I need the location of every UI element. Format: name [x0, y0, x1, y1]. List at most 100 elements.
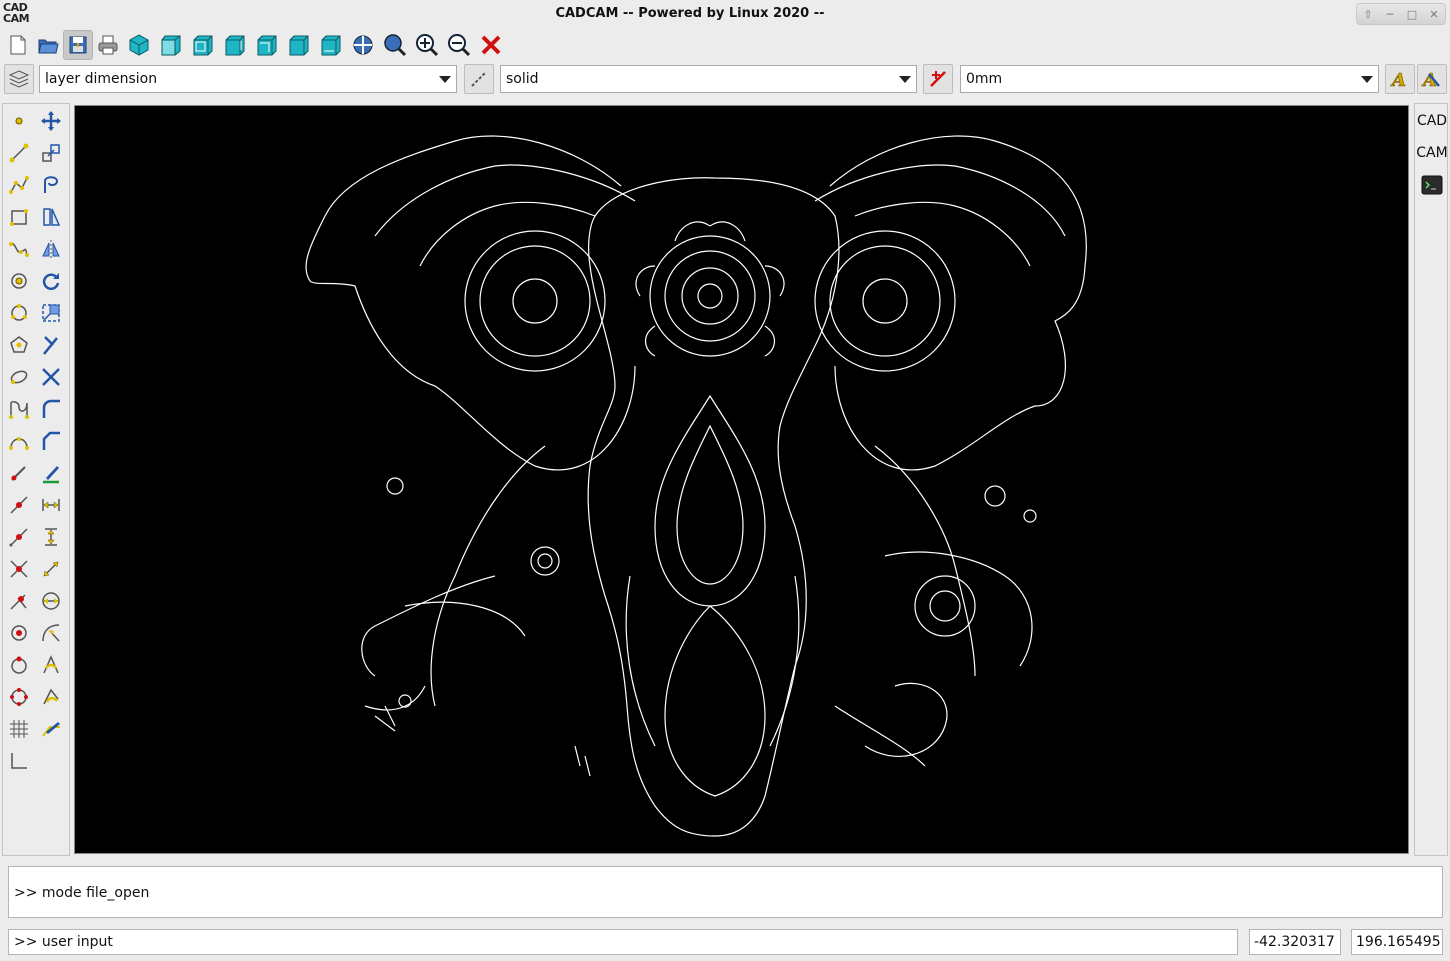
zoom-in-button[interactable]: [412, 30, 442, 60]
cube-front-icon: [161, 35, 181, 56]
dimension-diameter-tool[interactable]: [36, 586, 66, 616]
snap-center-icon: [11, 625, 27, 641]
snap-tangent-tool[interactable]: [4, 650, 34, 680]
dimension-angle-tool[interactable]: [36, 650, 66, 680]
layer-select[interactable]: layer dimension: [39, 65, 457, 93]
view-bottom-button[interactable]: [316, 30, 346, 60]
ortho-tool[interactable]: [4, 746, 34, 776]
maximize-button[interactable]: □: [1403, 6, 1421, 22]
window-controls: ⇧ ─ □ ✕: [1356, 3, 1446, 25]
view-right-button[interactable]: [220, 30, 250, 60]
circle-tool[interactable]: [4, 266, 34, 296]
arc-tool[interactable]: [4, 426, 34, 456]
offset-icon: [44, 176, 59, 193]
main-toolbar: [0, 28, 1450, 62]
view-front-button[interactable]: [156, 30, 186, 60]
dimension-angle-icon: [43, 655, 59, 674]
polygon-tool[interactable]: [4, 330, 34, 360]
offset-tool[interactable]: [36, 170, 66, 200]
view-top-button[interactable]: [188, 30, 218, 60]
command-input[interactable]: >> user input: [8, 929, 1238, 955]
zoom-fit-button[interactable]: [348, 30, 378, 60]
drawing-canvas[interactable]: [74, 105, 1409, 854]
spline-tool[interactable]: [4, 234, 34, 264]
text-style-edit-button[interactable]: A: [1417, 64, 1447, 94]
mirror-tool[interactable]: [36, 202, 66, 232]
open-file-button[interactable]: [33, 30, 63, 60]
delete-segment-tool[interactable]: [36, 362, 66, 392]
point-tool[interactable]: [4, 106, 34, 136]
zoom-fit-icon: [353, 35, 373, 55]
printer-icon: [98, 35, 118, 55]
ellipse-tool[interactable]: [4, 362, 34, 392]
lineweight-select[interactable]: 0mm: [960, 65, 1379, 93]
dimension-aligned-tool[interactable]: [36, 554, 66, 584]
line-tool[interactable]: [4, 138, 34, 168]
chevron-down-icon: [434, 66, 456, 92]
shade-button[interactable]: ⇧: [1359, 6, 1377, 22]
close-window-button[interactable]: ✕: [1425, 6, 1443, 22]
forehead-mandala: [649, 235, 771, 357]
coord-y-field: 196.165495: [1351, 929, 1443, 955]
trim-tool[interactable]: [36, 330, 66, 360]
snap-intersection-tool[interactable]: [4, 554, 34, 584]
linetype-button[interactable]: [464, 64, 494, 94]
print-button[interactable]: [93, 30, 123, 60]
linetype-select-value: solid: [506, 71, 539, 87]
view-back-button[interactable]: [284, 30, 314, 60]
dimension-arc-tool[interactable]: [36, 682, 66, 712]
snap-nearest-tool[interactable]: [4, 586, 34, 616]
bezier-tool[interactable]: [4, 394, 34, 424]
coord-x-field: -42.320317: [1249, 929, 1341, 955]
line-icon: [9, 143, 29, 163]
rotate-tool[interactable]: [36, 266, 66, 296]
zoom-out-button[interactable]: [444, 30, 474, 60]
snap-midpoint-tool[interactable]: [4, 522, 34, 552]
dimension-vertical-tool[interactable]: [36, 522, 66, 552]
elephant-drawing: [305, 135, 1087, 837]
polyline-tool[interactable]: [4, 170, 34, 200]
grid-tool[interactable]: [4, 714, 34, 744]
zoom-window-button[interactable]: [380, 30, 410, 60]
view-left-button[interactable]: [252, 30, 282, 60]
cad-mode-button[interactable]: CAD: [1417, 107, 1447, 135]
layer-manager-button[interactable]: [4, 64, 34, 94]
snap-intersection-icon: [10, 560, 28, 578]
linetype-select[interactable]: solid: [500, 65, 917, 93]
snap-center-tool[interactable]: [4, 618, 34, 648]
cube-right-icon: [225, 35, 245, 56]
copy-tool[interactable]: [36, 138, 66, 168]
hatch-tool[interactable]: [36, 458, 66, 488]
ellipse-icon: [10, 370, 28, 384]
measure-tool[interactable]: [4, 458, 34, 488]
fillet-tool[interactable]: [36, 394, 66, 424]
rectangle-tool[interactable]: [4, 202, 34, 232]
text-style-button[interactable]: A: [1385, 64, 1415, 94]
circle-3pt-tool[interactable]: [4, 298, 34, 328]
chamfer-tool[interactable]: [36, 426, 66, 456]
terminal-button[interactable]: [1417, 171, 1447, 199]
cube-solid-icon: [129, 34, 149, 56]
drawing-toolbox: [2, 103, 70, 856]
cross-lines-icon: [42, 368, 60, 386]
chevron-down-icon: [1356, 66, 1378, 92]
move-tool[interactable]: [36, 106, 66, 136]
scale-tool[interactable]: [36, 298, 66, 328]
save-file-button[interactable]: [63, 30, 93, 60]
dimension-edit-tool[interactable]: [36, 714, 66, 744]
layer-select-value: layer dimension: [45, 71, 158, 87]
dimension-radius-tool[interactable]: [36, 618, 66, 648]
close-drawing-button[interactable]: [476, 30, 506, 60]
lineweight-button[interactable]: [923, 64, 953, 94]
dimension-horizontal-tool[interactable]: [36, 490, 66, 520]
snap-quadrant-tool[interactable]: [4, 682, 34, 712]
mirror-axis-tool[interactable]: [36, 234, 66, 264]
save-icon: [69, 36, 87, 54]
cam-mode-button[interactable]: CAM: [1416, 139, 1447, 167]
bezier-icon: [9, 401, 29, 419]
mode-panel: CAD CAM: [1414, 103, 1448, 856]
new-file-button[interactable]: [3, 30, 33, 60]
minimize-button[interactable]: ─: [1381, 6, 1399, 22]
view-3d-solid-button[interactable]: [124, 30, 154, 60]
snap-endpoint-tool[interactable]: [4, 490, 34, 520]
